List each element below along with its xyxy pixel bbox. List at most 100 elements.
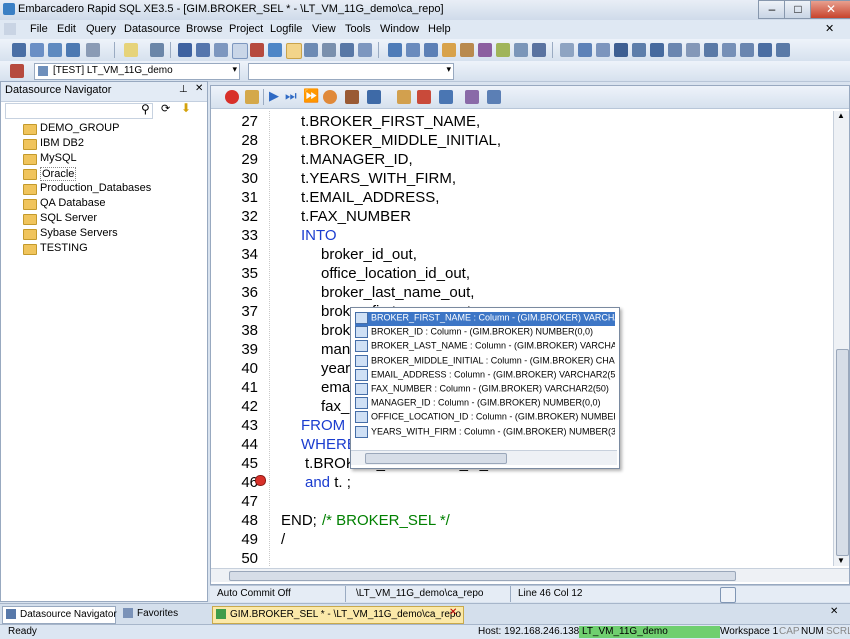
split-icon[interactable] [322,43,336,57]
menu-view[interactable]: View [312,23,336,35]
menu-window[interactable]: Window [380,23,419,35]
filter-icon[interactable] [560,43,574,57]
options-icon[interactable] [487,90,501,104]
indent-icon[interactable] [424,43,438,57]
clipboard-icon[interactable] [720,587,736,603]
compile-icon[interactable] [496,43,510,57]
highlight-icon[interactable] [286,43,302,59]
comment-icon[interactable] [722,43,736,57]
minimize-button[interactable]: – [758,0,786,19]
menu-browse[interactable]: Browse [186,23,223,35]
scroll-down-icon[interactable]: ▼ [837,556,845,565]
bug-icon[interactable] [345,90,359,104]
compile-object-icon[interactable] [397,90,411,104]
tab-favorites[interactable]: Favorites [120,606,190,622]
print-icon[interactable] [150,43,164,57]
outdent-icon[interactable] [776,43,790,57]
close-editor-icon[interactable]: ✕ [830,606,838,617]
save-icon[interactable] [178,43,192,57]
object-icon[interactable] [442,43,456,57]
menu-datasource[interactable]: Datasource [124,23,180,35]
close-panel-icon[interactable]: ✕ [195,83,203,94]
schema-browse-icon[interactable] [367,90,381,104]
step-icon[interactable]: ⏭ [285,88,297,104]
mdi-close-icon[interactable]: ✕ [825,22,834,35]
tile-icon[interactable] [340,43,354,57]
document-icon[interactable] [4,23,16,35]
hscroll-thumb[interactable] [229,571,736,581]
autocomplete-item[interactable]: BROKER_ID : Column - (GIM.BROKER) NUMBER… [355,326,615,340]
redo-icon[interactable] [406,43,420,57]
menu-edit[interactable]: Edit [57,23,76,35]
menu-logfile[interactable]: Logfile [270,23,302,35]
connect-datasource-icon[interactable] [10,64,24,78]
bookmark-icon[interactable] [650,43,664,57]
autocomplete-item[interactable]: OFFICE_LOCATION_ID : Column - (GIM.BROKE… [355,411,615,425]
package-icon[interactable] [460,43,474,57]
popup-horizontal-scrollbar[interactable] [351,450,617,465]
autocomplete-item[interactable]: YEARS_WITH_FIRM : Column - (GIM.BROKER) … [355,425,615,440]
list-icon[interactable] [30,43,44,57]
save-all-icon[interactable] [196,43,210,57]
menu-query[interactable]: Query [86,23,116,35]
delete-icon[interactable] [250,43,264,57]
clear-bookmarks-icon[interactable] [704,43,718,57]
new-file-icon[interactable] [124,43,138,57]
lock-icon[interactable] [245,90,259,104]
pin-icon[interactable]: ⊥ [179,84,188,95]
find-next-icon[interactable] [596,43,610,57]
schema-combo[interactable]: ▾ [248,63,454,80]
replace-icon[interactable] [632,43,646,57]
table-icon[interactable] [48,43,62,57]
run-icon[interactable]: ▶ [269,88,279,104]
autocomplete-item[interactable]: BROKER_MIDDLE_INITIAL : Column - (GIM.BR… [355,354,615,369]
autocomplete-item[interactable]: BROKER_LAST_NAME : Column - (GIM.BROKER)… [355,340,615,354]
cascade-icon[interactable] [358,43,372,57]
find-icon[interactable] [578,43,592,57]
db-icon[interactable] [514,43,528,57]
undo-icon[interactable] [388,43,402,57]
navigator-search-input[interactable] [5,103,153,119]
arrow-down-icon[interactable]: ⬇ [181,101,191,115]
layout-icon[interactable] [304,43,318,57]
binoculars-find-icon[interactable] [614,43,628,57]
refresh-icon[interactable]: ⟳ [161,102,170,115]
plan-icon[interactable] [465,90,479,104]
window-icon[interactable] [268,43,282,57]
stop-icon[interactable] [225,90,239,104]
schema-icon[interactable] [478,43,492,57]
mail-icon[interactable] [232,43,248,59]
binoculars-icon[interactable] [86,43,100,57]
popup-scrollbar-thumb[interactable] [365,453,507,464]
tab-datasource-navigator[interactable]: Datasource Navigator [2,606,117,624]
breakpoint-icon[interactable] [255,475,266,486]
menu-help[interactable]: Help [428,23,451,35]
results-icon[interactable] [439,90,453,104]
search-icon[interactable]: ⚲ [141,102,150,116]
grid-icon[interactable] [12,43,26,57]
close-button[interactable]: ✕ [810,0,850,19]
autocomplete-item[interactable]: EMAIL_ADDRESS : Column - (GIM.BROKER) VA… [355,368,615,383]
close-tab-icon[interactable]: ✕ [449,607,457,618]
run-all-icon[interactable]: ⏩ [303,88,319,104]
datasource-combo[interactable]: [TEST] LT_VM_11G_demo ▾ [34,63,240,80]
debug-icon[interactable] [323,90,337,104]
horizontal-scrollbar[interactable] [211,568,849,582]
menu-tools[interactable]: Tools [345,23,371,35]
indent-right-icon[interactable] [758,43,772,57]
menu-file[interactable]: File [30,23,48,35]
prev-bookmark-icon[interactable] [686,43,700,57]
maximize-button[interactable]: □ [784,0,812,19]
next-bookmark-icon[interactable] [668,43,682,57]
open-icon[interactable] [214,43,228,57]
uncomment-icon[interactable] [740,43,754,57]
menu-project[interactable]: Project [229,23,263,35]
tab-editor-document[interactable]: GIM.BROKER_SEL * - \LT_VM_11G_demo\ca_re… [212,606,464,624]
explorer-icon[interactable] [66,43,80,57]
autocomplete-item[interactable]: BROKER_FIRST_NAME : Column - (GIM.BROKER… [355,312,615,326]
autocomplete-popup[interactable]: BROKER_FIRST_NAME : Column - (GIM.BROKER… [350,307,620,469]
scroll-up-icon[interactable]: ▲ [837,111,845,120]
connect-icon[interactable] [532,43,546,57]
autocomplete-item[interactable]: MANAGER_ID : Column - (GIM.BROKER) NUMBE… [355,397,615,411]
autocomplete-item[interactable]: FAX_NUMBER : Column - (GIM.BROKER) VARCH… [355,383,615,397]
